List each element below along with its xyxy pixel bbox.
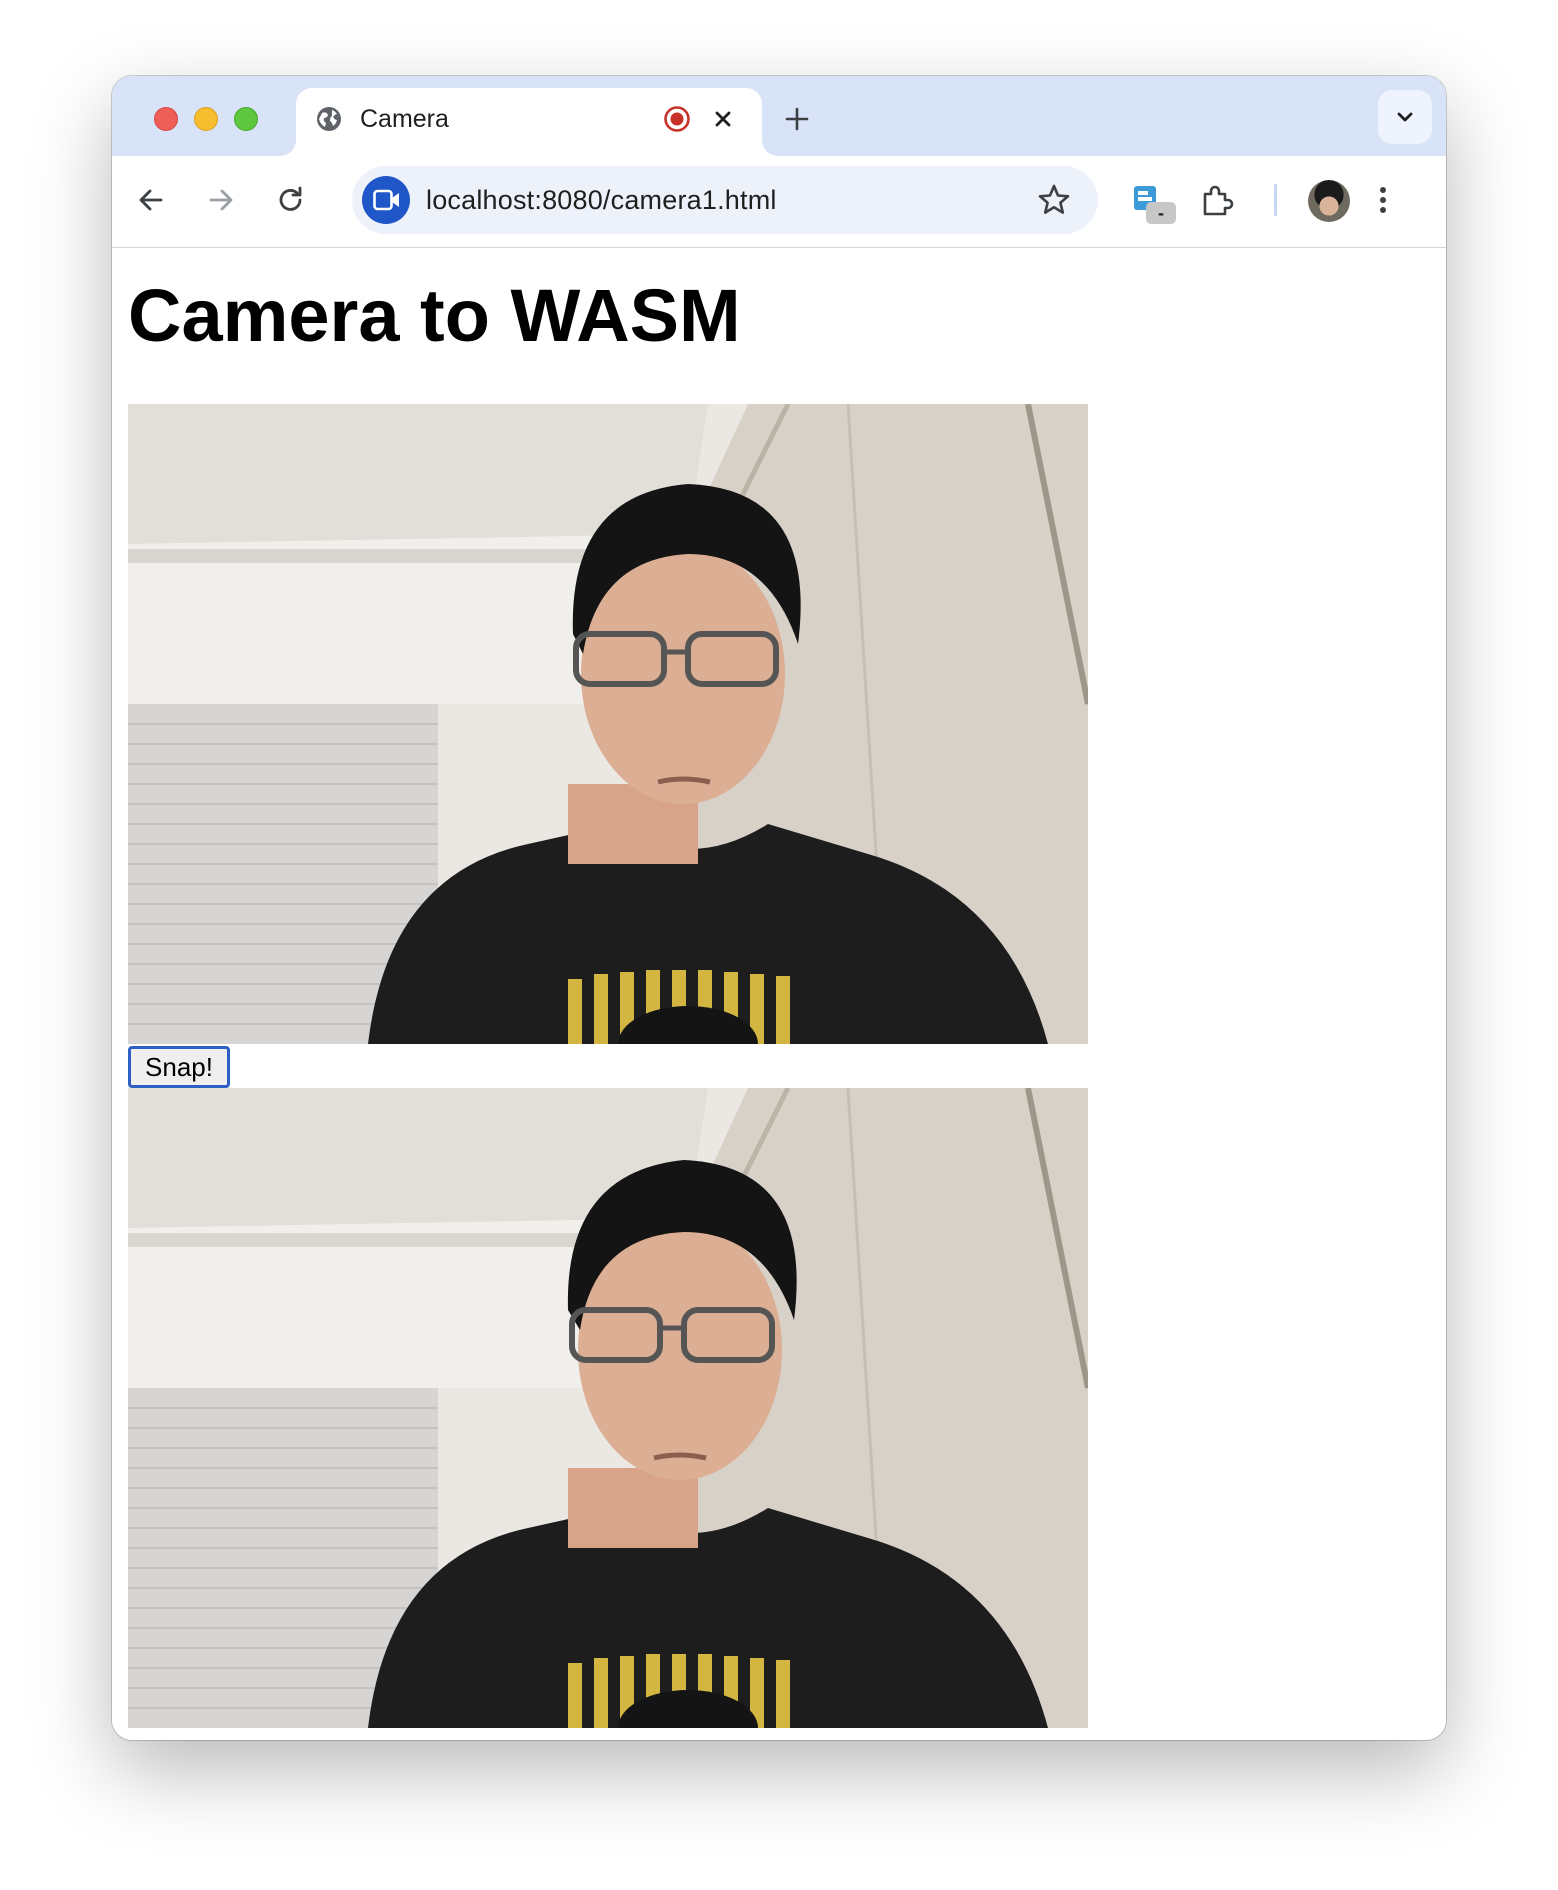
page-content: Camera to WASM Snap!: [112, 248, 1446, 1740]
record-icon: [664, 106, 690, 132]
tab-camera[interactable]: Camera: [296, 88, 762, 156]
tab-title: Camera: [360, 105, 449, 133]
extension-button[interactable]: -: [1130, 180, 1178, 224]
forward-arrow-icon[interactable]: [204, 183, 238, 217]
reload-icon[interactable]: [274, 183, 308, 217]
star-icon[interactable]: [1036, 182, 1072, 218]
address-bar[interactable]: localhost:8080/camera1.html: [352, 166, 1098, 234]
browser-window: Camera localhost:8080/camera1.html - Cam…: [112, 76, 1446, 1740]
extension-badge: -: [1158, 203, 1164, 223]
chevron-down-icon: [1397, 112, 1413, 122]
plus-icon[interactable]: [782, 104, 812, 134]
snapshot-image: [128, 1088, 1088, 1728]
camera-video: [128, 404, 1088, 1044]
video-camera-icon: [373, 189, 399, 211]
zoom-window-button[interactable]: [234, 107, 258, 131]
tab-search-button[interactable]: [1378, 90, 1432, 144]
close-window-button[interactable]: [154, 107, 178, 131]
url-text: localhost:8080/camera1.html: [426, 185, 777, 215]
camera-feed-image: [128, 404, 1088, 1044]
toolbar: localhost:8080/camera1.html -: [112, 156, 1446, 248]
toolbar-divider: [1274, 184, 1277, 216]
globe-icon: [317, 107, 341, 131]
snap-button[interactable]: Snap!: [128, 1046, 230, 1088]
back-arrow-icon[interactable]: [134, 183, 168, 217]
close-icon[interactable]: [708, 104, 738, 134]
page-title: Camera to WASM: [128, 274, 741, 357]
avatar[interactable]: [1308, 180, 1350, 222]
snapshot-canvas: [128, 1088, 1088, 1728]
minimize-window-button[interactable]: [194, 107, 218, 131]
tab-strip: Camera: [112, 76, 1446, 156]
puzzle-icon[interactable]: [1200, 183, 1234, 217]
kebab-menu-icon[interactable]: [1366, 183, 1400, 217]
site-info-button[interactable]: [362, 176, 410, 224]
